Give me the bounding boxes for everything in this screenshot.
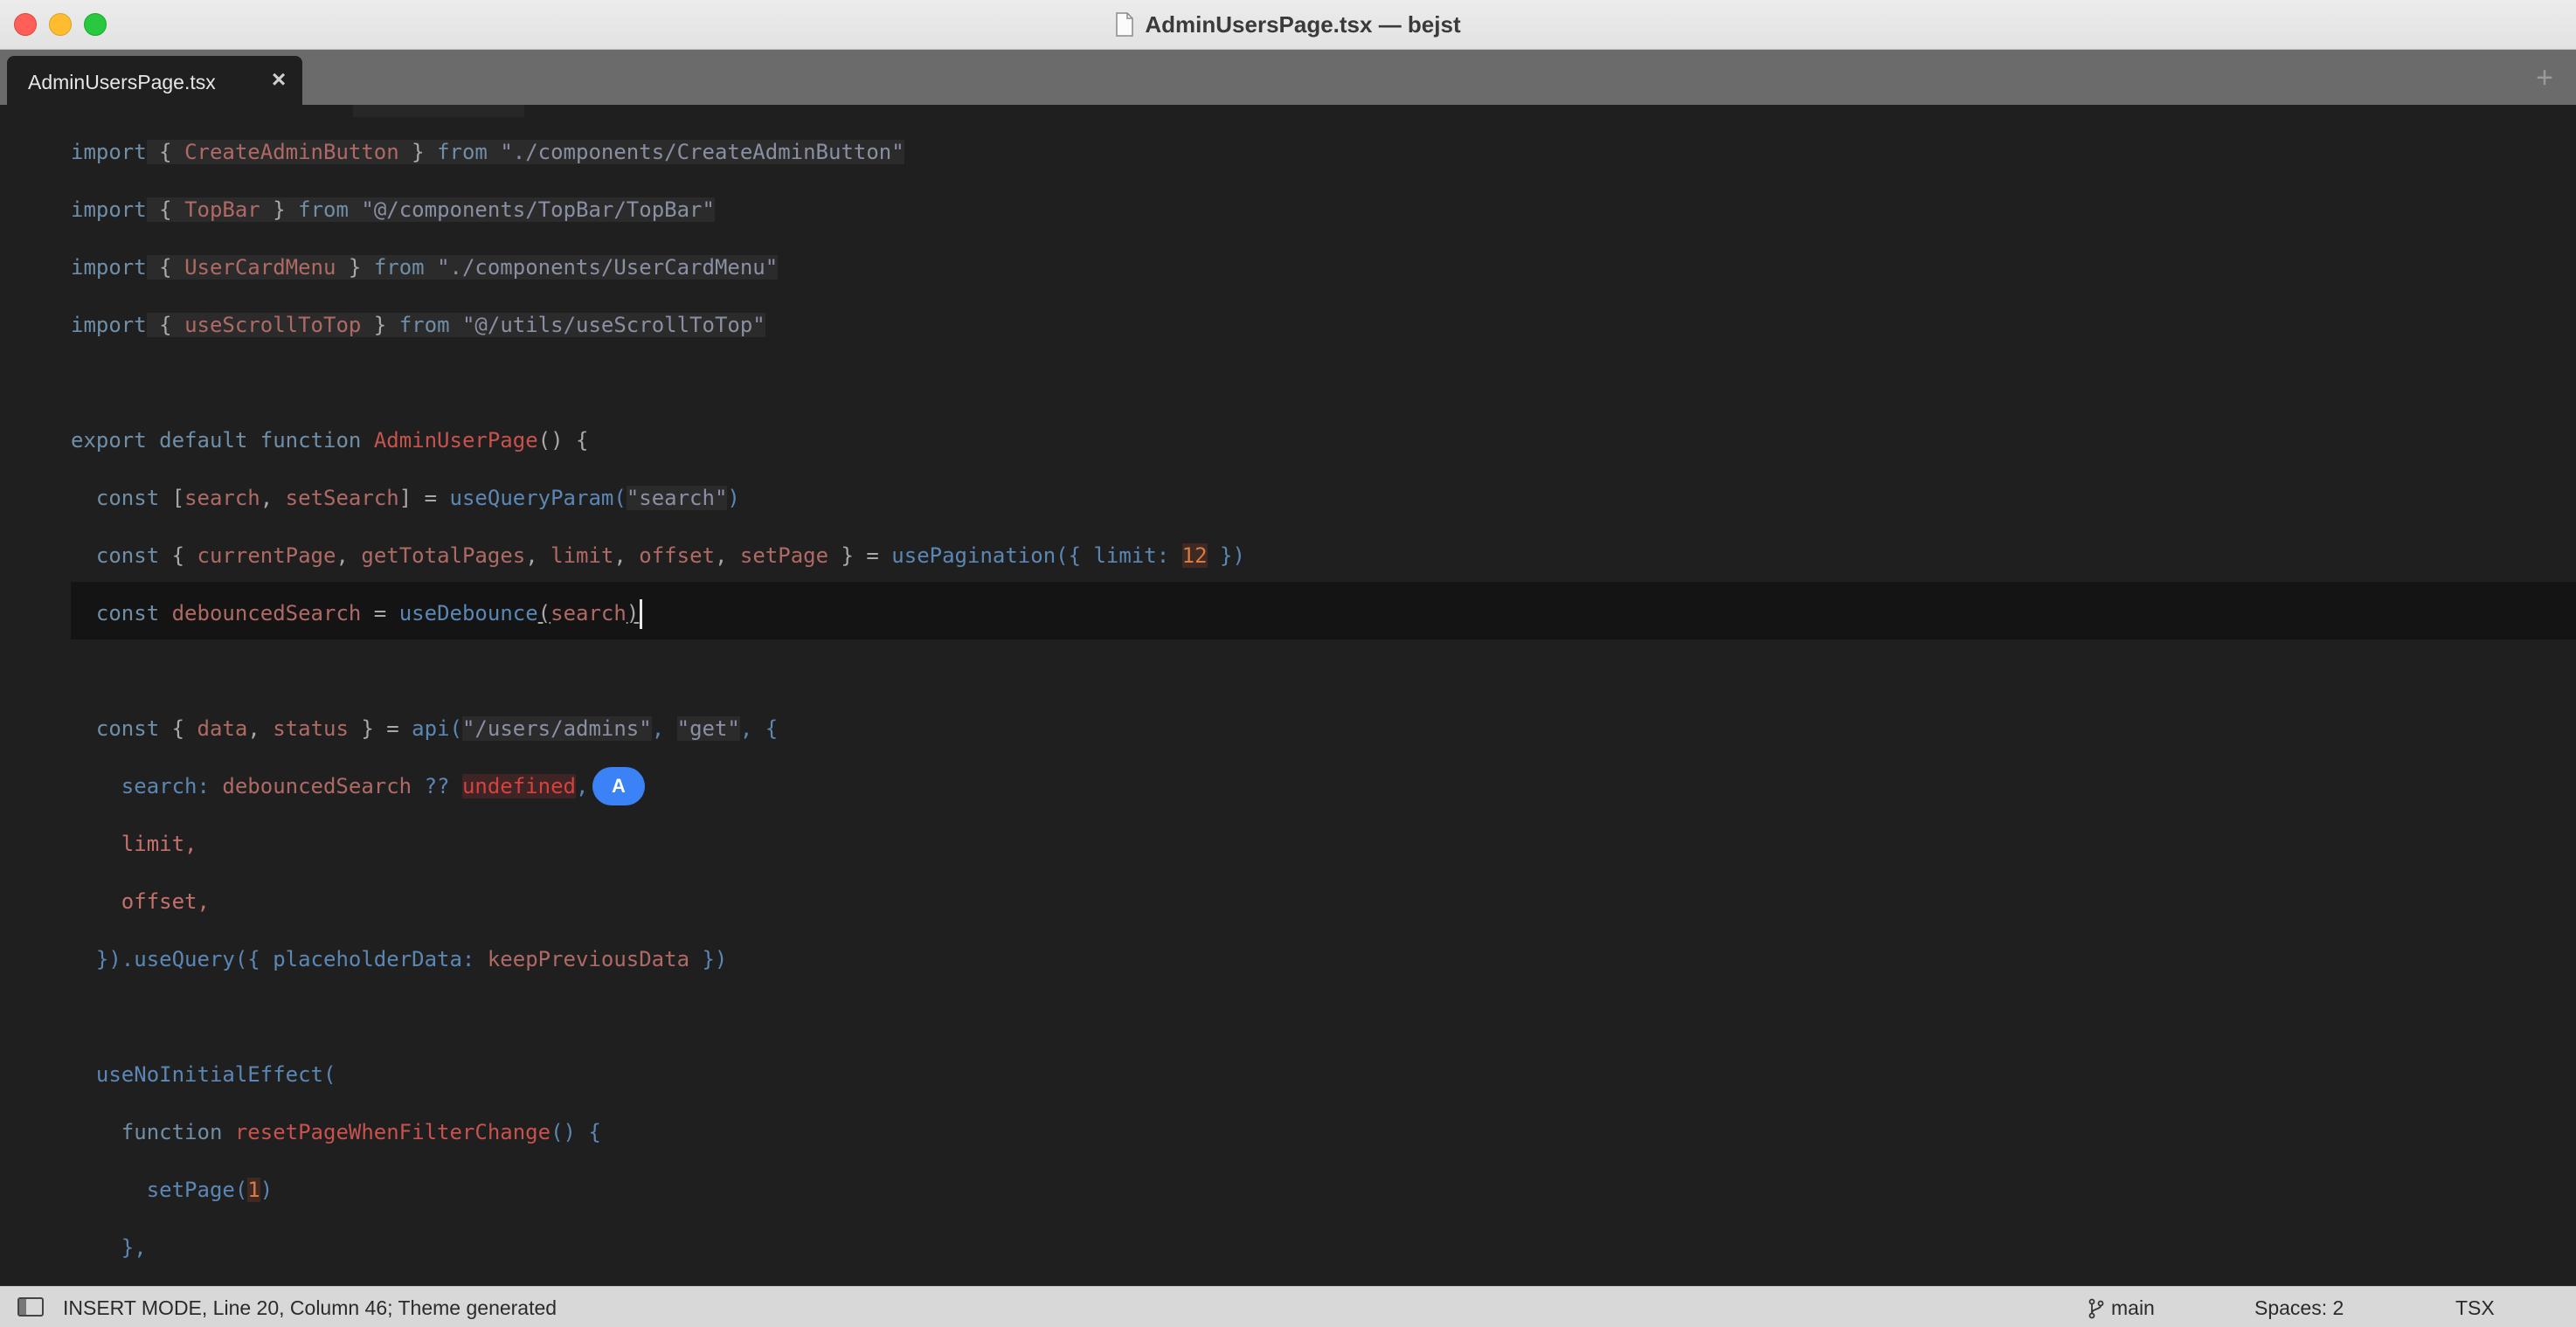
editor-window: AdminUsersPage.tsx — bejst AdminUsersPag… [0, 0, 2576, 1327]
code-line[interactable]: offset, [71, 873, 210, 930]
code-line[interactable]: function resetPageWhenFilterChange() { [71, 1103, 601, 1161]
plus-icon: + [2536, 61, 2553, 94]
new-tab-button[interactable]: + [2527, 60, 2562, 95]
code-line[interactable]: setPage(1) [71, 1161, 273, 1219]
tab-adminuserspage[interactable]: AdminUsersPage.tsx × [7, 56, 302, 105]
tab-close-button[interactable]: × [266, 66, 292, 93]
sidebar-toggle-icon[interactable] [17, 1297, 44, 1317]
collaborator-cursor-badge[interactable]: A [592, 767, 645, 805]
title-bar: AdminUsersPage.tsx — bejst [0, 0, 2576, 50]
window-title-group: AdminUsersPage.tsx — bejst [0, 0, 2576, 49]
status-mode-text: INSERT MODE, Line 20, Column 46; Theme g… [63, 1296, 557, 1319]
code-line[interactable]: export default function AdminUserPage() … [71, 411, 588, 469]
code-line[interactable]: const { currentPage, getTotalPages, limi… [71, 527, 1245, 584]
code-line[interactable]: import { TopBar } from "@/components/Top… [71, 181, 715, 238]
code-line[interactable]: import { UserCardMenu } from "./componen… [71, 238, 779, 296]
tab-bar: AdminUsersPage.tsx × + [0, 50, 2576, 105]
code-editor[interactable]: import { CreateAdminButton } from "./com… [0, 105, 2576, 1286]
document-icon [1116, 12, 1134, 37]
indentation-setting[interactable]: Spaces: 2 [2254, 1296, 2344, 1320]
code-line-current[interactable]: const debouncedSearch = useDebounce(sear… [71, 584, 643, 642]
git-branch-name: main [2111, 1296, 2155, 1319]
window-title: AdminUsersPage.tsx — bejst [1145, 10, 1461, 38]
code-line[interactable]: }, [71, 1219, 147, 1276]
close-icon: × [271, 66, 287, 93]
code-line[interactable]: useNoInitialEffect( [71, 1046, 336, 1103]
code-line[interactable]: import { useScrollToTop } from "@/utils/… [71, 296, 765, 354]
code-line[interactable]: search: debouncedSearch ?? undefined, [71, 757, 588, 815]
scrolled-highlight-fragment [353, 105, 524, 117]
code-line[interactable]: const { data, status } = api("/users/adm… [71, 700, 778, 757]
git-branch-indicator[interactable]: main [2088, 1296, 2155, 1320]
code-line[interactable]: limit, [71, 815, 197, 873]
code-line[interactable]: const [search, setSearch] = useQueryPara… [71, 469, 740, 527]
code-line[interactable]: }).useQuery({ placeholderData: keepPrevi… [71, 930, 727, 988]
syntax-selector[interactable]: TSX [2455, 1296, 2495, 1320]
tab-label: AdminUsersPage.tsx [28, 71, 216, 93]
status-bar: INSERT MODE, Line 20, Column 46; Theme g… [0, 1286, 2576, 1327]
git-branch-icon [2088, 1298, 2104, 1318]
text-cursor [640, 599, 643, 629]
code-line[interactable]: import { CreateAdminButton } from "./com… [71, 123, 904, 181]
